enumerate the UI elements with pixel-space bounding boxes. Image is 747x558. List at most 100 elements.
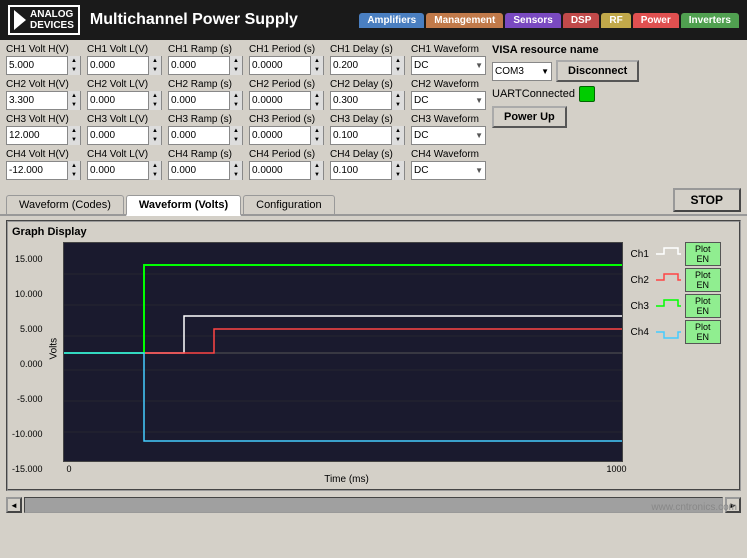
ch3-period-field[interactable] <box>250 130 310 141</box>
ch4-volt-h-input[interactable]: ▲ ▼ <box>6 161 81 180</box>
ch4-ramp-field[interactable] <box>169 165 229 176</box>
ch2-period-input[interactable]: ▲▼ <box>249 91 324 110</box>
ch1-delay-input[interactable]: ▲▼ <box>330 56 405 75</box>
ch4-delay-up[interactable]: ▲ <box>392 161 404 171</box>
ch4-delay-field[interactable] <box>331 165 391 176</box>
nav-dsp[interactable]: DSP <box>563 13 600 28</box>
ch1-volt-l-down[interactable]: ▼ <box>149 66 161 76</box>
ch3-volt-h-field[interactable] <box>7 130 67 141</box>
ch4-period-down[interactable]: ▼ <box>311 171 323 181</box>
ch3-delay-up[interactable]: ▲ <box>392 126 404 136</box>
plot-en-ch3-button[interactable]: Plot EN <box>685 294 720 318</box>
plot-en-ch2-button[interactable]: Plot EN <box>685 268 720 292</box>
ch1-ramp-down[interactable]: ▼ <box>230 66 242 76</box>
power-up-button[interactable]: Power Up <box>492 106 567 128</box>
ch2-volt-h-up[interactable]: ▲ <box>68 91 80 101</box>
ch3-ramp-down[interactable]: ▼ <box>230 136 242 146</box>
ch4-ramp-down[interactable]: ▼ <box>230 171 242 181</box>
ch2-ramp-input[interactable]: ▲▼ <box>168 91 243 110</box>
ch3-period-input[interactable]: ▲▼ <box>249 126 324 145</box>
ch4-delay-input[interactable]: ▲▼ <box>330 161 405 180</box>
ch2-ramp-up[interactable]: ▲ <box>230 91 242 101</box>
nav-power[interactable]: Power <box>633 13 679 28</box>
ch4-period-up[interactable]: ▲ <box>311 161 323 171</box>
ch3-delay-field[interactable] <box>331 130 391 141</box>
ch3-volt-l-up[interactable]: ▲ <box>149 126 161 136</box>
ch1-ramp-field[interactable] <box>169 60 229 71</box>
stop-button[interactable]: STOP <box>673 188 741 212</box>
ch3-ramp-field[interactable] <box>169 130 229 141</box>
ch3-volt-l-input[interactable]: ▲▼ <box>87 126 162 145</box>
plot-en-ch4-button[interactable]: Plot EN <box>685 320 720 344</box>
disconnect-button[interactable]: Disconnect <box>556 60 639 82</box>
ch2-period-field[interactable] <box>250 95 310 106</box>
ch2-ramp-field[interactable] <box>169 95 229 106</box>
ch2-ramp-down[interactable]: ▼ <box>230 101 242 111</box>
ch2-volt-l-up[interactable]: ▲ <box>149 91 161 101</box>
ch1-period-up[interactable]: ▲ <box>311 56 323 66</box>
ch1-volt-h-field[interactable] <box>7 60 67 71</box>
ch1-period-input[interactable]: ▲▼ <box>249 56 324 75</box>
ch4-volt-l-down[interactable]: ▼ <box>149 171 161 181</box>
ch2-period-down[interactable]: ▼ <box>311 101 323 111</box>
ch1-volt-l-field[interactable] <box>88 60 148 71</box>
ch4-delay-down[interactable]: ▼ <box>392 171 404 181</box>
ch1-volt-h-down[interactable]: ▼ <box>68 66 80 76</box>
ch4-period-field[interactable] <box>250 165 310 176</box>
ch3-volt-l-down[interactable]: ▼ <box>149 136 161 146</box>
nav-sensors[interactable]: Sensors <box>505 13 560 28</box>
scroll-track[interactable] <box>24 497 723 513</box>
nav-inverters[interactable]: Inverters <box>681 13 739 28</box>
nav-rf[interactable]: RF <box>601 13 630 28</box>
ch4-volt-h-field[interactable] <box>7 165 67 176</box>
ch3-waveform-select[interactable]: DC ▼ <box>411 126 486 145</box>
ch1-volt-h-up[interactable]: ▲ <box>68 56 80 66</box>
ch3-volt-l-field[interactable] <box>88 130 148 141</box>
ch3-ramp-up[interactable]: ▲ <box>230 126 242 136</box>
ch3-delay-input[interactable]: ▲▼ <box>330 126 405 145</box>
ch1-period-field[interactable] <box>250 60 310 71</box>
scroll-left-button[interactable]: ◄ <box>6 497 22 513</box>
ch4-volt-h-up[interactable]: ▲ <box>68 161 80 171</box>
ch4-ramp-input[interactable]: ▲▼ <box>168 161 243 180</box>
tab-waveform-volts[interactable]: Waveform (Volts) <box>126 195 241 216</box>
ch2-delay-input[interactable]: ▲▼ <box>330 91 405 110</box>
ch2-volt-h-field[interactable] <box>7 95 67 106</box>
ch4-volt-l-field[interactable] <box>88 165 148 176</box>
ch2-delay-up[interactable]: ▲ <box>392 91 404 101</box>
ch1-volt-l-input[interactable]: ▲▼ <box>87 56 162 75</box>
ch1-waveform-select[interactable]: DC ▼ <box>411 56 486 75</box>
ch1-period-down[interactable]: ▼ <box>311 66 323 76</box>
ch3-volt-h-down[interactable]: ▼ <box>68 136 80 146</box>
ch4-volt-l-up[interactable]: ▲ <box>149 161 161 171</box>
tab-configuration[interactable]: Configuration <box>243 195 334 214</box>
nav-amplifiers[interactable]: Amplifiers <box>359 13 424 28</box>
ch2-volt-l-down[interactable]: ▼ <box>149 101 161 111</box>
ch4-waveform-select[interactable]: DC ▼ <box>411 161 486 180</box>
ch1-volt-h-input[interactable]: ▲ ▼ <box>6 56 81 75</box>
ch1-ramp-input[interactable]: ▲▼ <box>168 56 243 75</box>
plot-en-ch1-button[interactable]: Plot EN <box>685 242 720 266</box>
visa-com-select[interactable]: COM3 ▼ <box>492 62 552 81</box>
ch1-volt-l-up[interactable]: ▲ <box>149 56 161 66</box>
ch2-volt-h-input[interactable]: ▲ ▼ <box>6 91 81 110</box>
ch2-volt-h-down[interactable]: ▼ <box>68 101 80 111</box>
ch1-delay-field[interactable] <box>331 60 391 71</box>
ch4-ramp-up[interactable]: ▲ <box>230 161 242 171</box>
ch3-volt-h-input[interactable]: ▲ ▼ <box>6 126 81 145</box>
ch2-volt-l-input[interactable]: ▲▼ <box>87 91 162 110</box>
ch2-volt-l-field[interactable] <box>88 95 148 106</box>
ch1-delay-up[interactable]: ▲ <box>392 56 404 66</box>
ch1-delay-down[interactable]: ▼ <box>392 66 404 76</box>
ch3-volt-h-up[interactable]: ▲ <box>68 126 80 136</box>
ch4-volt-h-down[interactable]: ▼ <box>68 171 80 181</box>
ch2-waveform-select[interactable]: DC ▼ <box>411 91 486 110</box>
ch3-delay-down[interactable]: ▼ <box>392 136 404 146</box>
tab-waveform-codes[interactable]: Waveform (Codes) <box>6 195 124 214</box>
ch2-delay-down[interactable]: ▼ <box>392 101 404 111</box>
ch4-period-input[interactable]: ▲▼ <box>249 161 324 180</box>
ch2-delay-field[interactable] <box>331 95 391 106</box>
ch2-period-up[interactable]: ▲ <box>311 91 323 101</box>
nav-management[interactable]: Management <box>426 13 503 28</box>
ch3-ramp-input[interactable]: ▲▼ <box>168 126 243 145</box>
